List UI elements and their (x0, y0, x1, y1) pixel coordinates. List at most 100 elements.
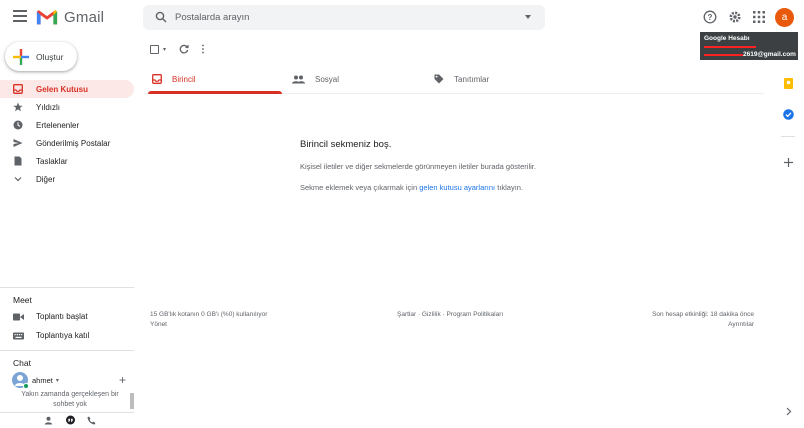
active-tab-indicator (148, 91, 282, 94)
video-camera-icon (13, 313, 24, 320)
tooltip-redacted-name: ▬▬▬▬▬▬▬▬ (704, 43, 756, 50)
draft-icon (13, 156, 23, 166)
inbox-settings-link[interactable]: gelen kutusu ayarlarını (419, 183, 495, 192)
empty-inbox-message: Birincil sekmeniz boş. Kişisel iletiler … (300, 139, 536, 192)
account-avatar[interactable]: a (775, 8, 794, 27)
chat-scrollbar[interactable] (130, 393, 134, 409)
tab-label: Tanıtımlar (454, 74, 490, 84)
sidebar-item-label: Taslaklar (36, 156, 68, 166)
keyboard-icon (13, 332, 24, 339)
tooltip-title: Google Hesabı (704, 35, 750, 42)
status-dropdown-icon[interactable]: ▾ (56, 377, 59, 384)
expand-panel-chevron-icon[interactable] (783, 406, 794, 417)
people-icon (292, 75, 305, 83)
join-meeting-label: Toplantıya katıl (36, 331, 90, 340)
hint-suffix: tıklayın. (497, 183, 524, 192)
tab-label: Birincil (172, 74, 196, 84)
sidebar-item-label: Ertelenenler (36, 120, 80, 130)
chat-note-line2: sohbet yok (53, 401, 87, 408)
empty-description: Kişisel iletiler ve diğer sekmelerde gör… (300, 162, 536, 171)
activity-details-link[interactable]: Ayrıntılar (620, 320, 754, 330)
tasks-icon[interactable] (783, 109, 794, 120)
contacts-person-icon[interactable] (44, 416, 53, 425)
sidebar-nav: Gelen Kutusu Yıldızlı Ertelenenler Gönde… (0, 80, 134, 188)
keep-icon[interactable] (783, 78, 794, 89)
storage-usage: 15 GB'lık kotanın 0 GB'ı (%0) kullanılıy… (150, 311, 268, 318)
tooltip-email: ▬▬▬▬▬▬2619@gmail.com (704, 51, 796, 58)
sidebar-item-drafts[interactable]: Taslaklar (0, 152, 134, 170)
chat-user-name: ahmet (32, 375, 53, 385)
meet-section-title: Meet (13, 295, 32, 305)
sidebar-item-label: Yıldızlı (36, 102, 61, 112)
top-bar: Gmail Postalarda arayın ? a (0, 0, 804, 36)
online-status-dot (23, 383, 29, 389)
empty-settings-hint: Sekme eklemek veya çıkarmak için gelen k… (300, 183, 536, 192)
search-bar[interactable]: Postalarda arayın (143, 5, 545, 30)
meet-divider (0, 287, 134, 288)
star-icon (13, 102, 23, 112)
sidebar-item-snoozed[interactable]: Ertelenenler (0, 116, 134, 134)
help-icon[interactable]: ? (703, 10, 717, 24)
svg-text:?: ? (708, 13, 713, 22)
more-vert-icon[interactable] (201, 44, 205, 54)
chat-bottom-divider (0, 412, 134, 413)
mail-toolbar: ▾ (150, 41, 205, 57)
inbox-tab-icon (152, 74, 162, 84)
tab-promotions[interactable]: Tanıtımlar (434, 64, 489, 94)
compose-label: Oluştur (36, 52, 64, 62)
side-panel-divider (781, 136, 795, 137)
empty-title: Birincil sekmeniz boş. (300, 139, 392, 150)
start-meeting-label: Toplantı başlat (36, 312, 88, 321)
select-dropdown-icon[interactable]: ▾ (163, 46, 166, 53)
manage-storage-link[interactable]: Yönet (150, 320, 267, 330)
add-addon-plus-icon[interactable] (783, 157, 794, 168)
apps-grid-icon[interactable] (752, 10, 766, 24)
chat-user-status[interactable]: ahmet ▾ (12, 372, 59, 389)
tab-primary[interactable]: Birincil (152, 64, 196, 94)
sidebar-item-sent[interactable]: Gönderilmiş Postalar (0, 134, 134, 152)
phone-icon[interactable] (87, 416, 96, 425)
app-name: Gmail (64, 8, 105, 26)
search-options-icon[interactable] (525, 15, 531, 19)
side-panel (772, 36, 804, 428)
account-activity: Son hesap etkinliği: 18 dakika önce Ayrı… (620, 310, 754, 330)
search-input[interactable]: Postalarda arayın (175, 12, 249, 23)
sidebar-item-label: Diğer (36, 174, 56, 184)
chat-divider (0, 350, 134, 351)
main-menu-icon[interactable] (13, 10, 27, 24)
tag-icon (434, 74, 444, 84)
chat-section-title: Chat (13, 358, 31, 368)
select-all-checkbox[interactable] (150, 44, 159, 54)
chat-bottom-bar (0, 412, 134, 428)
search-icon[interactable] (155, 11, 167, 23)
sidebar-item-starred[interactable]: Yıldızlı (0, 98, 134, 116)
chat-note-line1: Yakın zamanda gerçekleşen bir (21, 391, 119, 398)
account-tooltip: Google Hesabı ▬▬▬▬▬▬▬▬ ▬▬▬▬▬▬2619@gmail.… (700, 32, 798, 60)
sidebar-item-label: Gelen Kutusu (36, 84, 89, 94)
gmail-logo[interactable]: Gmail (36, 8, 104, 26)
new-chat-plus-icon[interactable]: + (119, 373, 126, 387)
settings-gear-icon[interactable] (728, 10, 742, 24)
category-tabs: Birincil Sosyal Tanıtımlar (144, 64, 764, 94)
compose-button[interactable]: Oluştur (5, 42, 77, 71)
refresh-icon[interactable] (179, 44, 189, 54)
send-icon (13, 138, 23, 148)
sidebar-item-inbox[interactable]: Gelen Kutusu (0, 80, 134, 98)
sidebar-item-label: Gönderilmiş Postalar (36, 138, 111, 148)
chat-empty-note: Yakın zamanda gerçekleşen bir sohbet yok (15, 390, 125, 410)
clock-icon (13, 120, 23, 130)
start-meeting-item[interactable]: Toplantı başlat (13, 312, 88, 321)
chevron-down-icon (13, 174, 23, 184)
sidebar-item-more[interactable]: Diğer (0, 170, 134, 188)
inbox-icon (13, 84, 23, 94)
gmail-logo-icon (36, 10, 58, 25)
join-meeting-item[interactable]: Toplantıya katıl (13, 331, 89, 340)
storage-info: 15 GB'lık kotanın 0 GB'ı (%0) kullanılıy… (150, 310, 267, 330)
hint-prefix: Sekme eklemek veya çıkarmak için (300, 183, 418, 192)
compose-plus-icon (13, 49, 29, 65)
chat-user-avatar (12, 372, 29, 389)
tab-social[interactable]: Sosyal (292, 64, 339, 94)
last-activity: Son hesap etkinliği: 18 dakika önce (652, 311, 754, 318)
hangouts-chat-icon[interactable] (65, 415, 76, 426)
policy-links[interactable]: Şartlar · Gizlilik · Program Politikalar… (397, 310, 503, 320)
